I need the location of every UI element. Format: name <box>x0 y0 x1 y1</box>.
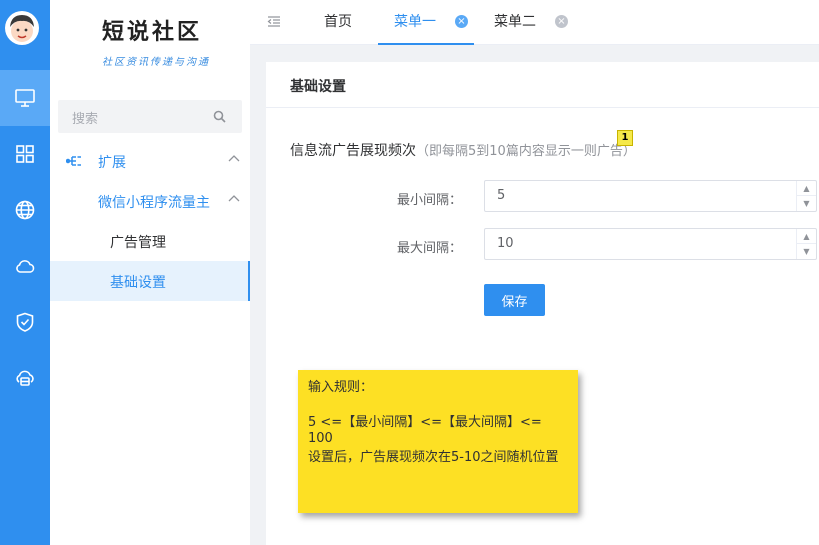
menu-group-label: 扩展 <box>98 155 126 171</box>
min-interval-input[interactable]: 5 ▲ ▼ <box>484 180 817 212</box>
cloud-icon <box>16 260 35 273</box>
annotation-badge: 1 <box>617 130 633 146</box>
section-hint: （即每隔5到10篇内容显示一则广告） <box>416 144 636 159</box>
shield-check-icon <box>16 312 34 332</box>
tab-close-icon[interactable]: × <box>555 15 568 28</box>
cloud-database-icon <box>16 370 34 386</box>
tab-label: 首页 <box>324 14 352 30</box>
submenu-label: 微信小程序流量主 <box>98 195 210 211</box>
section-label-text: 信息流广告展现频次 <box>290 143 416 159</box>
collapse-menu-icon[interactable] <box>267 15 281 28</box>
note-line: 输入规则： <box>308 380 374 395</box>
chevron-up-icon <box>228 155 240 162</box>
logo-title: 短说社区 <box>102 19 203 45</box>
icon-rail <box>0 0 50 545</box>
rail-item-web[interactable] <box>0 182 50 238</box>
chevron-up-icon <box>228 195 240 202</box>
max-interval-input[interactable]: 10 ▲ ▼ <box>484 228 817 260</box>
globe-icon <box>15 200 35 220</box>
min-interval-stepper: ▲ ▼ <box>796 181 816 211</box>
monitor-icon <box>15 89 35 107</box>
tab-label: 菜单二 <box>494 14 536 30</box>
save-button[interactable]: 保存 <box>484 284 545 316</box>
menu-item-label: 基础设置 <box>110 275 166 291</box>
min-interval-label: 最小间隔： <box>397 193 463 208</box>
rail-item-storage[interactable] <box>0 350 50 406</box>
card-header: 基础设置 <box>266 62 819 108</box>
rail-item-apps[interactable] <box>0 126 50 182</box>
search-icon[interactable] <box>213 110 226 123</box>
tab-bar: 首页 菜单一 × 菜单二 × <box>250 0 819 45</box>
hierarchy-icon <box>66 156 81 166</box>
menu-item-label: 广告管理 <box>110 235 166 251</box>
submenu-wechat-mini-ads[interactable]: 微信小程序流量主 <box>50 181 250 221</box>
tab-menu-two[interactable]: 菜单二 <box>494 0 536 45</box>
menu-item-basic-settings[interactable]: 基础设置 <box>50 261 250 301</box>
note-line: 设置后，广告展现频次在5-10之间随机位置 <box>308 450 559 465</box>
tab-close-icon[interactable]: × <box>455 15 468 28</box>
stepper-down-icon[interactable]: ▼ <box>797 244 816 259</box>
search-input[interactable]: 搜索 <box>58 100 242 133</box>
rail-item-dashboard[interactable] <box>0 70 50 126</box>
tab-home[interactable]: 首页 <box>324 0 352 45</box>
max-interval-label: 最大间隔： <box>397 241 463 256</box>
stepper-down-icon[interactable]: ▼ <box>797 196 816 211</box>
sidebar: 短说社区 社区资讯传递与沟通 搜索 扩展 微信小程序流量主 广告管理 基础设置 <box>50 0 250 545</box>
menu-item-ad-management[interactable]: 广告管理 <box>50 221 250 261</box>
grid-icon <box>16 145 34 163</box>
tab-label: 菜单一 <box>394 14 436 30</box>
rail-item-cloud[interactable] <box>0 238 50 294</box>
max-interval-stepper: ▲ ▼ <box>796 229 816 259</box>
note-line: 5 <=【最小间隔】<=【最大间隔】<= 100 <box>308 415 542 446</box>
max-interval-value: 10 <box>497 236 514 251</box>
menu-group-extend[interactable]: 扩展 <box>50 141 250 181</box>
search-placeholder: 搜索 <box>72 112 99 127</box>
stepper-up-icon[interactable]: ▲ <box>797 229 816 244</box>
stepper-up-icon[interactable]: ▲ <box>797 181 816 196</box>
section-label: 信息流广告展现频次（即每隔5到10篇内容显示一则广告） <box>290 140 636 160</box>
min-interval-value: 5 <box>497 188 506 203</box>
page-title: 基础设置 <box>290 79 346 95</box>
sticky-note: 输入规则： 5 <=【最小间隔】<=【最大间隔】<= 100 设置后，广告展现频… <box>298 370 578 513</box>
avatar[interactable] <box>5 11 39 45</box>
logo-slogan: 社区资讯传递与沟通 <box>102 57 210 68</box>
rail-item-security[interactable] <box>0 294 50 350</box>
app-window: 短说社区 社区资讯传递与沟通 搜索 扩展 微信小程序流量主 广告管理 基础设置 … <box>0 0 819 545</box>
